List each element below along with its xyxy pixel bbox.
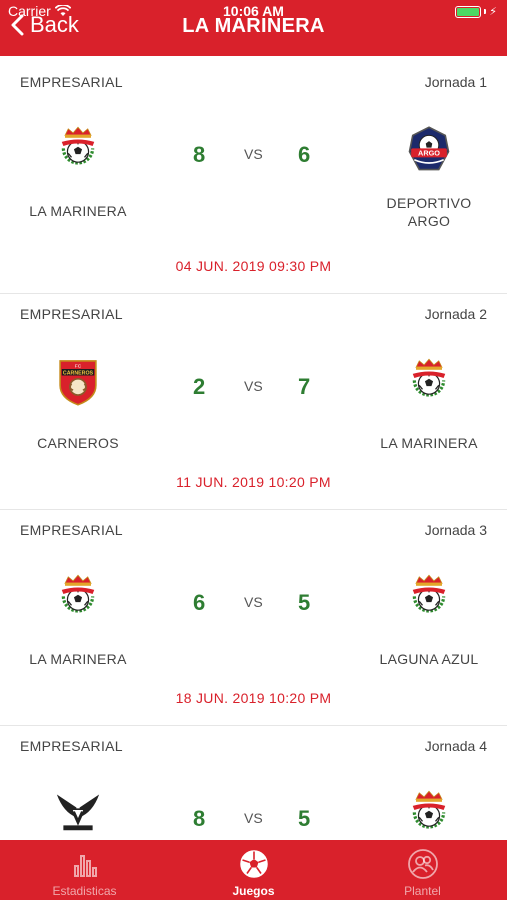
tab-juegos[interactable]: Juegos <box>169 840 338 900</box>
home-score: 8 <box>193 142 206 167</box>
la-marinera-crest-icon <box>60 573 96 613</box>
round-label: Jornada 1 <box>424 74 487 90</box>
la-marinera-crest-icon <box>411 357 447 397</box>
away-team-name: LA MARINERA <box>380 435 478 451</box>
match-date: 11 JUN. 2019 10:20 PM <box>176 474 331 490</box>
match-date: 18 JUN. 2019 10:20 PM <box>175 690 332 706</box>
vs-label: VS <box>244 594 263 610</box>
la-marinera-crest-icon <box>411 789 447 829</box>
away-team-name: DEPORTIVO ARGO <box>386 195 472 229</box>
games-list[interactable]: EMPRESARIAL Jornada 1 LA MARINERA 8 VS 6… <box>0 62 507 840</box>
soccer-ball-icon <box>239 850 268 878</box>
tab-label: Plantel <box>404 884 441 898</box>
away-score: 6 <box>298 142 311 167</box>
round-label: Jornada 2 <box>424 306 487 322</box>
game-card[interactable]: EMPRESARIAL Jornada 1 LA MARINERA 8 VS 6… <box>0 62 507 294</box>
home-score: 2 <box>193 374 206 399</box>
page-title: LA MARINERA <box>182 15 325 37</box>
away-team-name: LAGUNA AZUL <box>379 651 479 667</box>
tab-bar: Estadisticas Juegos Plantel <box>0 840 507 900</box>
league-name: EMPRESARIAL <box>20 74 123 90</box>
round-label: Jornada 3 <box>424 522 487 538</box>
away-team[interactable]: LA MARINERA <box>359 356 499 452</box>
league-name: EMPRESARIAL <box>20 306 123 322</box>
away-score: 5 <box>298 590 311 615</box>
home-team[interactable]: CARNEROS <box>8 356 148 452</box>
carneros-crest-icon <box>59 360 97 406</box>
tab-estadisticas[interactable]: Estadisticas <box>0 840 169 900</box>
la-marinera-crest-icon <box>411 573 447 613</box>
bar-chart-icon <box>73 855 97 877</box>
nav-header: Carrier 10:06 AM ⚡ Back LA MARINERA <box>0 0 507 56</box>
league-name: EMPRESARIAL <box>20 738 123 754</box>
round-label: Jornada 4 <box>424 738 487 754</box>
away-score: 7 <box>298 374 311 399</box>
home-team[interactable] <box>8 788 148 840</box>
argo-crest-icon <box>408 126 450 171</box>
away-team[interactable] <box>359 788 499 840</box>
match-date: 04 JUN. 2019 09:30 PM <box>175 258 332 274</box>
vs-label: VS <box>244 378 263 394</box>
home-team[interactable]: LA MARINERA <box>8 572 148 668</box>
home-team-name: LA MARINERA <box>29 651 127 667</box>
game-card[interactable]: EMPRESARIAL Jornada 3 LA MARINERA 6 VS 5… <box>0 510 507 726</box>
la-marinera-crest-icon <box>60 125 96 165</box>
home-team-name: LA MARINERA <box>29 203 127 219</box>
away-team[interactable]: LAGUNA AZUL <box>359 572 499 668</box>
away-team[interactable]: DEPORTIVO ARGO <box>359 124 499 230</box>
vs-label: VS <box>244 146 263 162</box>
home-score: 6 <box>193 590 206 615</box>
vs-label: VS <box>244 810 263 826</box>
home-team-name: CARNEROS <box>37 435 119 451</box>
game-card[interactable]: EMPRESARIAL Jornada 4 8 VS 5 <box>0 726 507 840</box>
league-name: EMPRESARIAL <box>20 522 123 538</box>
home-score: 8 <box>193 806 206 831</box>
people-icon <box>407 849 438 879</box>
tab-label: Juegos <box>232 884 275 898</box>
game-card[interactable]: EMPRESARIAL Jornada 2 CARNEROS 2 VS 7 LA… <box>0 294 507 510</box>
tab-label: Estadisticas <box>52 884 117 898</box>
away-score: 5 <box>298 806 311 831</box>
tab-plantel[interactable]: Plantel <box>338 840 507 900</box>
vimetal-crest-icon <box>55 793 101 832</box>
home-team[interactable]: LA MARINERA <box>8 124 148 220</box>
